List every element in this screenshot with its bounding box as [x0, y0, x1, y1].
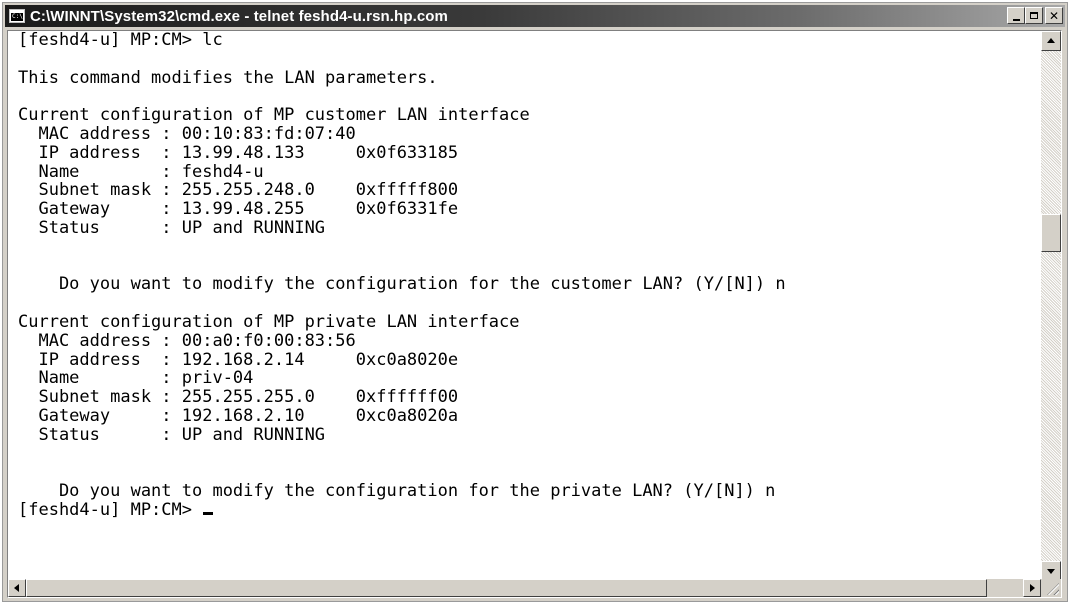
console-line: Subnet mask : 255.255.248.0 0xfffff800	[18, 180, 459, 201]
console-line: MAC address : 00:10:83:fd:07:40	[18, 123, 356, 144]
scroll-left-button[interactable]	[8, 579, 26, 597]
console-line: Current configuration of MP customer LAN…	[18, 105, 530, 126]
console-line: IP address : 192.168.2.14 0xc0a8020e	[18, 349, 459, 370]
console-client-area: [feshd4-u] MP:CM> lc This command modifie…	[7, 30, 1062, 598]
console-line: [feshd4-u] MP:CM>	[18, 501, 1041, 520]
console-text: [feshd4-u] MP:CM> lc This command modifie…	[8, 31, 1041, 520]
console-line: IP address : 13.99.48.133 0x0f633185	[18, 142, 459, 163]
vertical-scrollbar[interactable]	[1041, 31, 1061, 581]
console-line: Current configuration of MP private LAN …	[18, 311, 520, 332]
cmd-icon[interactable]	[9, 9, 25, 23]
console-line: Do you want to modify the configuration …	[18, 481, 776, 502]
cmd-window: C:\WINNT\System32\cmd.exe - telnet feshd…	[2, 2, 1068, 602]
title-bar[interactable]: C:\WINNT\System32\cmd.exe - telnet feshd…	[5, 5, 1065, 27]
close-button[interactable]: ✕	[1045, 7, 1063, 24]
maximize-icon	[1030, 12, 1038, 19]
scroll-down-button[interactable]	[1041, 561, 1061, 581]
console-line: Name : feshd4-u	[18, 161, 264, 182]
horizontal-scroll-thumb[interactable]	[26, 579, 987, 597]
scroll-right-button[interactable]	[1023, 579, 1041, 597]
arrow-down-icon	[1047, 569, 1055, 574]
console-line: Status : UP and RUNNING	[18, 217, 326, 238]
caption-buttons: ✕	[1007, 7, 1063, 24]
scroll-up-button[interactable]	[1041, 31, 1061, 51]
maximize-button[interactable]	[1025, 7, 1043, 24]
console-line: This command modifies the LAN parameters…	[18, 67, 438, 88]
close-icon: ✕	[1048, 8, 1060, 23]
window-title: C:\WINNT\System32\cmd.exe - telnet feshd…	[30, 7, 448, 25]
minimize-icon	[1012, 18, 1020, 21]
vertical-scroll-thumb[interactable]	[1041, 214, 1061, 252]
horizontal-scrollbar[interactable]	[8, 579, 1041, 597]
console-line: Status : UP and RUNNING	[18, 424, 326, 445]
console-line: MAC address : 00:a0:f0:00:83:56	[18, 330, 356, 351]
arrow-left-icon	[14, 584, 19, 592]
console-line: Gateway : 192.168.2.10 0xc0a8020a	[18, 405, 459, 426]
arrow-right-icon	[1030, 584, 1035, 592]
minimize-button[interactable]	[1007, 7, 1025, 24]
console-line: [feshd4-u] MP:CM> lc	[18, 31, 223, 50]
console-line: Subnet mask : 255.255.255.0 0xffffff00	[18, 387, 459, 408]
console-line: Gateway : 13.99.48.255 0x0f6331fe	[18, 199, 459, 220]
arrow-up-icon	[1047, 38, 1055, 43]
console-line: Name : priv-04	[18, 368, 254, 389]
console-output[interactable]: [feshd4-u] MP:CM> lc This command modifie…	[8, 31, 1041, 581]
console-line: Do you want to modify the configuration …	[18, 274, 786, 295]
resize-grip-icon[interactable]	[1041, 579, 1061, 597]
text-cursor-icon	[203, 511, 214, 515]
